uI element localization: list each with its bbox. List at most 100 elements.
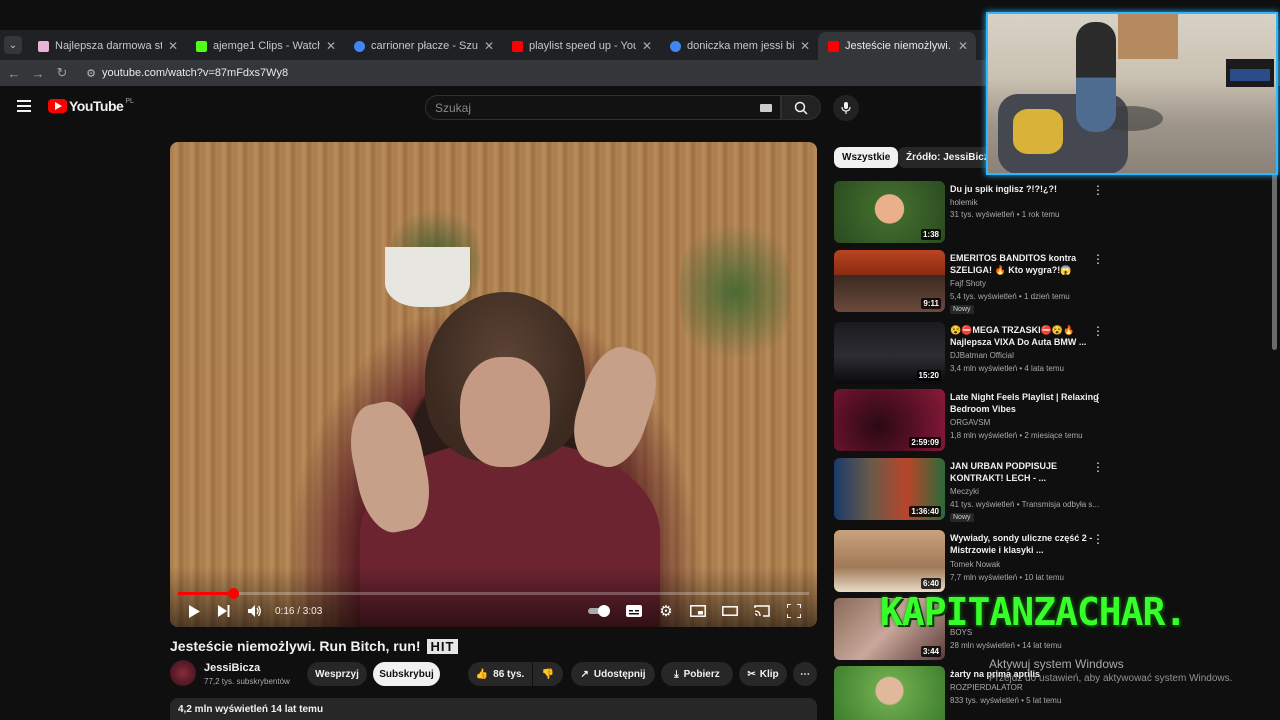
share-label: Udostępnij [593, 668, 646, 680]
recommendation-title: EMERITOS BANDITOS kontra SZELIGA! 🔥 Kto … [950, 253, 1077, 275]
dislike-button[interactable]: 👎 [533, 662, 563, 686]
close-tab-icon[interactable]: ✕ [800, 39, 810, 53]
subtitles-button[interactable] [624, 601, 644, 621]
voice-search-button[interactable] [833, 95, 859, 121]
recommendation-channel[interactable]: DJBatman Official [950, 351, 1014, 360]
more-actions-button[interactable]: ⋯ [793, 662, 817, 686]
autoplay-toggle[interactable] [588, 601, 612, 621]
logo-text: YouTube [69, 98, 124, 114]
close-tab-icon[interactable]: ✕ [484, 39, 494, 53]
progress-bar[interactable] [178, 588, 809, 599]
share-button[interactable]: ↗ Udostępnij [571, 662, 655, 686]
browser-tab-active[interactable]: Jesteście niemożlywi. Run Bitch ✕ [818, 32, 976, 60]
search-button[interactable] [781, 95, 821, 120]
browser-tab[interactable]: playlist speed up - YouTube ✕ [502, 32, 660, 60]
recommendation-title: Du ju spik inglisz ?!?!¿?! [950, 184, 1057, 194]
subtitles-icon [626, 605, 642, 617]
video-thumbnail[interactable]: 9:11 [834, 250, 945, 312]
more-vert-icon[interactable]: ⋮ [1092, 391, 1104, 405]
more-vert-icon[interactable]: ⋮ [1092, 460, 1104, 474]
recommendation-item[interactable]: 2:59:09 Late Night Feels Playlist | Rela… [834, 389, 1124, 453]
search-input[interactable]: Szukaj [425, 95, 781, 120]
youtube-logo[interactable]: YouTube PL [48, 98, 134, 114]
gear-icon: ⚙ [659, 603, 673, 620]
miniplayer-button[interactable] [688, 601, 708, 621]
video-thumbnail[interactable]: 1:36:40 [834, 458, 945, 520]
video-thumbnail[interactable]: 1:38 [834, 181, 945, 243]
support-button[interactable]: Wesprzyj [307, 662, 367, 686]
recommendation-title: Late Night Feels Playlist | Relaxing Bed… [950, 392, 1099, 414]
recommendation-item[interactable]: 15:20 😵⛔MEGA TRZASKI⛔😵🔥 Najlepsza VIXA D… [834, 322, 1124, 386]
subscriber-count: 77,2 tys. subskrybentów [204, 677, 290, 686]
more-vert-icon[interactable]: ⋮ [1092, 252, 1104, 266]
recommendation-channel[interactable]: holemik [950, 198, 978, 207]
recommendation-channel[interactable]: Tomek Nowak [950, 560, 1000, 569]
more-icon: ⋯ [800, 668, 810, 680]
browser-tab[interactable]: carrioner płacze - Szukaj w Goo ✕ [344, 32, 502, 60]
reload-icon[interactable]: ↻ [50, 65, 74, 81]
recommendation-item[interactable]: 1:36:40 JAN URBAN PODPISUJE KONTRAKT! LE… [834, 458, 1124, 522]
play-button[interactable] [184, 601, 204, 621]
channel-name[interactable]: JessiBicza [204, 662, 260, 674]
back-icon[interactable]: ← [2, 66, 26, 81]
recommendation-channel[interactable]: Fajf Shoty [950, 279, 986, 288]
video-thumbnail[interactable]: 6:40 [834, 530, 945, 592]
duration-badge: 1:38 [920, 229, 941, 240]
browser-tab[interactable]: doniczka mem jessi bicza - Szuk ✕ [660, 32, 818, 60]
video-player[interactable]: 0:16 / 3:03 ⚙ [170, 142, 817, 627]
new-badge: Nowy [950, 513, 974, 522]
site-info-icon[interactable]: ⚙ [80, 67, 102, 80]
close-tab-icon[interactable]: ✕ [168, 39, 178, 53]
favicon-icon [38, 40, 49, 52]
close-tab-icon[interactable]: ✕ [958, 39, 968, 53]
tab-title: Jesteście niemożlywi. Run Bitch [845, 40, 952, 52]
recommendation-item[interactable]: 1:38 Du ju spik inglisz ?!?!¿?! holemik … [834, 181, 1124, 245]
recommendation-item[interactable]: 6:40 Wywiady, sondy uliczne część 2 - Mi… [834, 530, 1124, 594]
video-thumbnail[interactable]: 2:59:09 [834, 389, 945, 451]
volume-button[interactable] [245, 601, 265, 621]
country-code: PL [125, 97, 134, 105]
next-icon [218, 605, 230, 617]
close-tab-icon[interactable]: ✕ [642, 39, 652, 53]
recommendation-meta: 7,7 mln wyświetleń • 10 lat temu [950, 573, 1064, 582]
keyboard-icon[interactable] [760, 104, 772, 112]
url-text: youtube.com/watch?v=87mFdxs7Wy8 [102, 67, 289, 79]
channel-avatar[interactable] [170, 660, 196, 686]
browser-tab[interactable]: ajemge1 Clips - Watch Live on ✕ [186, 32, 344, 60]
recommendation-channel[interactable]: ORGAVSM [950, 418, 990, 427]
more-vert-icon[interactable]: ⋮ [1092, 183, 1104, 197]
screen: ⌄ Najlepsza darmowa strona i ap ✕ ajemge… [0, 0, 1280, 720]
duration-badge: 6:40 [920, 578, 941, 589]
recommendation-item[interactable]: 9:11 EMERITOS BANDITOS kontra SZELIGA! 🔥… [834, 250, 1124, 314]
recommendation-channel[interactable]: ROZPIERDALATOR [950, 683, 1023, 692]
subscribe-button[interactable]: Subskrybuj [373, 662, 440, 686]
fullscreen-button[interactable] [784, 601, 804, 621]
description-box[interactable]: 4,2 mln wyświetleń 14 lat temu [170, 698, 817, 720]
address-bar[interactable]: ⚙ youtube.com/watch?v=87mFdxs7Wy8 [80, 62, 980, 84]
tab-search-button[interactable]: ⌄ [4, 36, 22, 54]
views-and-date: 4,2 mln wyświetleń 14 lat temu [178, 704, 324, 715]
chip-all[interactable]: Wszystkie [834, 147, 899, 168]
clip-button[interactable]: ✂ Klip [739, 662, 787, 686]
forward-icon[interactable]: → [26, 66, 50, 81]
video-thumbnail[interactable] [834, 666, 945, 720]
close-tab-icon[interactable]: ✕ [326, 39, 336, 53]
tab-title: ajemge1 Clips - Watch Live on [213, 40, 320, 52]
more-vert-icon[interactable]: ⋮ [1092, 324, 1104, 338]
like-button[interactable]: 👍 86 tys. [468, 662, 532, 686]
browser-tab[interactable]: Najlepsza darmowa strona i ap ✕ [28, 32, 186, 60]
youtube-favicon-icon [512, 40, 523, 52]
theater-mode-button[interactable] [720, 601, 740, 621]
sidebar-scrollbar[interactable] [1272, 160, 1277, 350]
settings-button[interactable]: ⚙ [656, 601, 676, 621]
cast-button[interactable] [752, 601, 772, 621]
recommendation-channel[interactable]: Meczyki [950, 487, 979, 496]
video-thumbnail[interactable]: 15:20 [834, 322, 945, 384]
menu-icon[interactable] [17, 100, 31, 112]
scrubber-handle[interactable] [227, 588, 239, 599]
microphone-icon [841, 102, 851, 114]
webcam-frame-tv [1226, 59, 1274, 87]
more-vert-icon[interactable]: ⋮ [1092, 532, 1104, 546]
next-button[interactable] [214, 601, 234, 621]
download-button[interactable]: ⤓ Pobierz [661, 662, 733, 686]
